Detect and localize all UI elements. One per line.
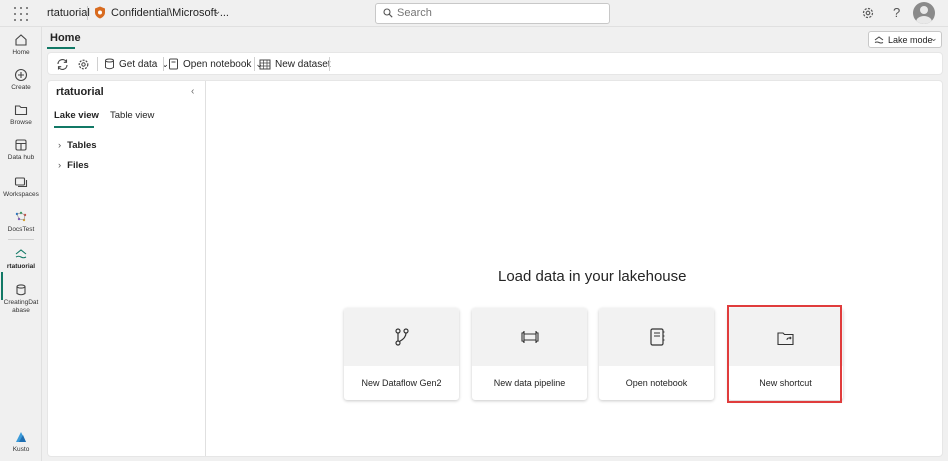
nav-label: Browse	[10, 119, 32, 126]
chevron-down-icon[interactable]: ⌄	[213, 6, 221, 17]
sensitivity-shield-icon	[95, 6, 105, 19]
dataset-grid-icon	[259, 59, 271, 69]
database-icon	[16, 284, 26, 296]
lakehouse-icon	[874, 36, 884, 44]
top-bar: rtatuorial Confidential\Microsoft ... ⌄ …	[0, 0, 948, 27]
tab-home[interactable]: Home	[50, 32, 81, 44]
sensitivity-label[interactable]: Confidential\Microsoft ...	[111, 7, 229, 19]
nav-item-data-hub[interactable]: Data hub	[0, 138, 42, 162]
nav-item-home[interactable]: Home	[0, 33, 42, 57]
tree-item-files[interactable]: › Files	[58, 160, 89, 171]
nav-item-workspaces[interactable]: Workspaces	[0, 175, 42, 199]
lakehouse-icon	[15, 249, 27, 259]
lakehouse-explorer: rtatuorial ‹ Lake view Table view › Tabl…	[48, 81, 206, 456]
pipeline-icon	[521, 330, 539, 344]
nav-item-creatingdatabase[interactable]: CreatingDat abase	[0, 283, 42, 315]
nav-item-create[interactable]: Create	[0, 68, 42, 92]
new-data-pipeline-card[interactable]: New data pipeline	[472, 308, 587, 400]
search-icon	[383, 8, 393, 18]
tab-underline	[47, 47, 75, 49]
tab-lake-view[interactable]: Lake view	[54, 110, 99, 121]
open-notebook-label: Open notebook	[183, 58, 252, 70]
nav-label: CreatingDat abase	[3, 299, 39, 314]
settings-gear-icon[interactable]	[861, 6, 875, 20]
get-data-label: Get data	[119, 58, 158, 70]
new-dataset-label: New dataset	[275, 58, 331, 70]
settings-button[interactable]	[77, 56, 90, 72]
card-label: New data pipeline	[493, 378, 566, 388]
nav-item-kusto[interactable]: Kusto	[0, 430, 42, 454]
nav-label: Data hub	[7, 154, 35, 161]
folder-icon	[14, 105, 28, 116]
search-input[interactable]	[397, 7, 597, 19]
open-notebook-button[interactable]: Open notebook ⌄	[168, 56, 263, 72]
chevron-right-icon: ›	[58, 160, 62, 171]
divider	[8, 239, 34, 240]
home-icon	[15, 34, 27, 46]
nav-label: Create	[11, 84, 31, 91]
tab-table-view[interactable]: Table view	[110, 110, 154, 121]
tree-item-label: Tables	[67, 140, 97, 151]
left-navigation: Home Create Browse Data hub Workspaces D…	[0, 27, 42, 461]
refresh-button[interactable]	[56, 56, 69, 72]
app-launcher-icon[interactable]	[13, 6, 29, 22]
collapse-chevron-icon[interactable]: ‹	[191, 86, 194, 97]
search-box[interactable]	[375, 3, 610, 24]
nav-label: DocsTest	[7, 226, 35, 233]
tab-underline	[54, 126, 94, 128]
notebook-icon	[169, 58, 178, 70]
nav-label: rtatuorial	[6, 263, 36, 270]
plus-circle-icon	[14, 68, 28, 82]
help-icon[interactable]: ?	[893, 5, 900, 20]
open-notebook-card[interactable]: Open notebook	[599, 308, 714, 400]
card-label: Open notebook	[625, 378, 688, 388]
notebook-icon	[650, 328, 665, 346]
database-icon	[105, 58, 114, 70]
highlight-box	[727, 305, 842, 403]
chevron-down-icon: ⌄	[930, 33, 938, 43]
explorer-title: rtatuorial	[56, 86, 104, 98]
new-dataset-button[interactable]: New dataset	[259, 56, 331, 72]
content-area: rtatuorial ‹ Lake view Table view › Tabl…	[47, 80, 943, 457]
toolbar: Get data ⌄ Open notebook ⌄ New dataset	[47, 52, 943, 75]
nav-item-docstest[interactable]: DocsTest	[0, 210, 42, 234]
gear-icon	[78, 59, 89, 69]
data-hub-icon	[15, 139, 27, 151]
chevron-right-icon: ›	[58, 140, 62, 151]
divider	[163, 57, 164, 71]
card-label: New Dataflow Gen2	[361, 378, 442, 388]
tree-item-tables[interactable]: › Tables	[58, 140, 97, 151]
avatar[interactable]	[913, 2, 935, 24]
new-dataflow-gen2-card[interactable]: New Dataflow Gen2	[344, 308, 459, 400]
tree-item-label: Files	[67, 160, 89, 171]
load-data-heading: Load data in your lakehouse	[498, 268, 687, 285]
divider	[87, 6, 88, 20]
workspace-docs-icon	[15, 211, 27, 222]
nav-item-rtatuorial[interactable]: rtatuorial	[0, 247, 42, 271]
get-data-button[interactable]: Get data ⌄	[104, 56, 169, 72]
divider	[329, 57, 330, 71]
nav-label: Kusto	[12, 446, 30, 453]
divider	[254, 57, 255, 71]
refresh-icon	[57, 58, 68, 70]
lake-mode-dropdown[interactable]: Lake mode ⌄	[868, 31, 942, 48]
divider	[97, 57, 98, 71]
nav-label: Workspaces	[3, 191, 39, 198]
nav-item-browse[interactable]: Browse	[0, 103, 42, 127]
nav-label: Home	[12, 49, 30, 56]
kusto-icon	[16, 432, 26, 442]
dataflow-icon	[395, 328, 409, 346]
lake-mode-label: Lake mode	[888, 35, 933, 45]
workspaces-icon	[14, 177, 28, 188]
workspace-name[interactable]: rtatuorial	[47, 7, 90, 19]
